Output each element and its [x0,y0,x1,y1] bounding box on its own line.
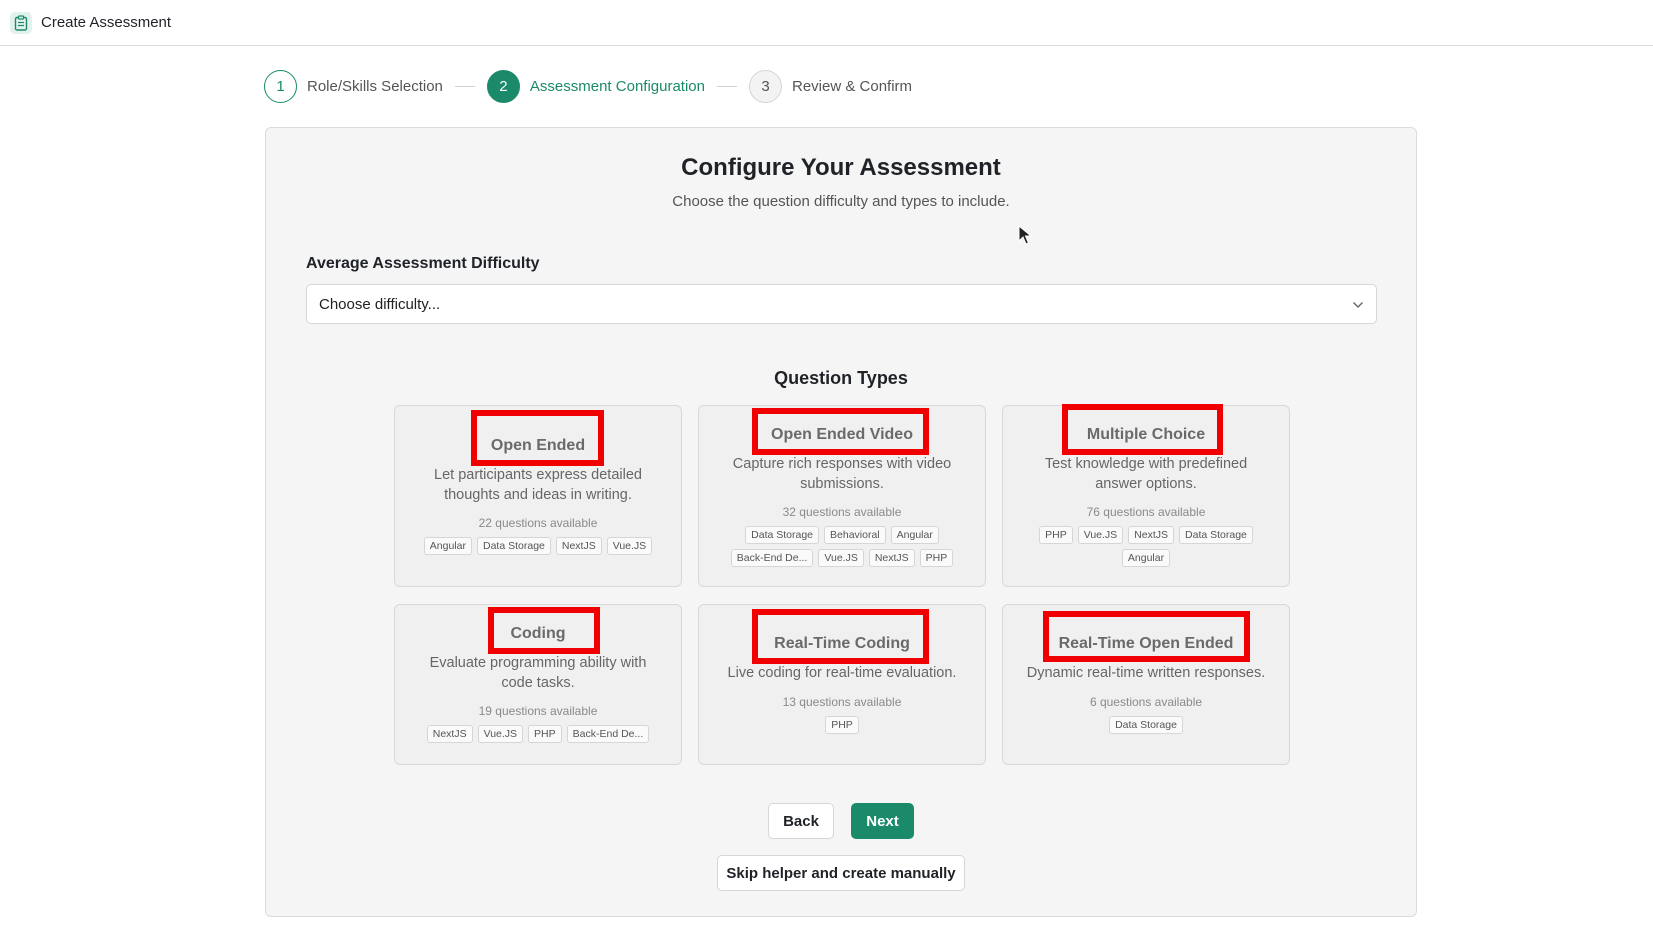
page-subtitle: Choose the question difficulty and types… [672,193,1010,210]
top-bar: Create Assessment [0,0,1653,46]
question-type-description: Dynamic real-time written responses. [1026,665,1266,681]
step-separator [454,86,475,87]
step-label: Assessment Configuration [529,78,705,95]
tag-list: PHP Vue.JS NextJS Data Storage Angular [1013,526,1279,567]
question-count: 76 questions available [1086,505,1206,519]
skill-tag: Behavioral [824,526,886,544]
step-number: 3 [749,70,782,103]
step-number: 2 [486,70,520,103]
tag-list: PHP [709,716,975,734]
question-count: 13 questions available [782,695,902,709]
question-type-name: Real-Time Coding [774,635,910,652]
skill-tag: NextJS [868,549,915,567]
skill-tag: PHP [528,725,562,743]
configuration-card: Configure Your Assessment Choose the que… [265,127,1417,917]
question-count: 32 questions available [782,505,902,519]
step-role-skills[interactable]: 1 Role/Skills Selection [264,70,443,103]
skill-tag: PHP [919,549,954,567]
step-label: Role/Skills Selection [307,78,443,95]
skill-tag: NextJS [426,725,473,743]
skill-tag: Data Storage [1179,526,1253,544]
step-review[interactable]: 3 Review & Confirm [749,70,912,103]
question-type-description: Test knowledge with predefined answer op… [1044,456,1248,492]
difficulty-select[interactable]: Choose difficulty... [306,284,1377,324]
question-type-name: Multiple Choice [1086,426,1206,443]
clipboard-icon [10,11,32,34]
question-type-open-ended-video[interactable]: Open Ended Video Capture rich responses … [698,405,986,587]
question-type-name: Open Ended [490,437,586,454]
question-count: 6 questions available [1089,695,1203,709]
question-type-real-time-open-ended[interactable]: Real-Time Open Ended Dynamic real-time w… [1002,604,1290,765]
question-type-open-ended[interactable]: Open Ended Let participants express deta… [394,405,682,587]
skill-tag: Vue.JS [477,725,524,743]
skill-tag: PHP [825,716,859,734]
step-separator [717,86,737,87]
skill-tag: NextJS [1128,526,1175,544]
skill-tag: Data Storage [1109,716,1183,734]
question-types-title: Question Types [774,368,908,388]
skill-tag: Data Storage [745,526,820,544]
skill-tag: Back-End De... [566,725,650,743]
skill-tag: Angular [1121,549,1171,567]
skill-tag: Angular [890,526,939,544]
question-type-name: Coding [510,625,566,642]
skill-tag: NextJS [555,537,602,555]
stepper: 1 Role/Skills Selection 2 Assessment Con… [264,70,912,103]
question-type-description: Let participants express detailed though… [434,467,642,503]
tag-list: Data Storage [1013,716,1279,734]
skill-tag: Vue.JS [818,549,864,567]
difficulty-select-value: Choose difficulty... [319,295,441,313]
page-title: Configure Your Assessment [681,154,1001,181]
step-label: Review & Confirm [792,78,913,95]
question-type-multiple-choice[interactable]: Multiple Choice Test knowledge with pred… [1002,404,1290,587]
tag-list: NextJS Vue.JS PHP Back-End De... [405,725,671,743]
skip-helper-button[interactable]: Skip helper and create manually [717,855,965,891]
question-type-description: Evaluate programming ability with code t… [429,655,647,691]
question-type-description: Capture rich responses with video submis… [732,456,952,492]
next-button[interactable]: Next [851,803,914,839]
question-type-coding[interactable]: Coding Evaluate programming ability with… [394,604,682,765]
tag-list: Angular Data Storage NextJS Vue.JS [405,537,671,555]
back-button[interactable]: Back [768,803,834,839]
skill-tag: Back-End De... [730,549,814,567]
skill-tag: Vue.JS [1077,526,1124,544]
question-type-name: Open Ended Video [771,426,913,443]
tag-list: Data Storage Behavioral Angular Back-End… [709,526,975,567]
skill-tag: PHP [1039,526,1073,544]
question-type-description: Live coding for real-time evaluation. [727,665,957,681]
question-type-real-time-coding[interactable]: Real-Time Coding Live coding for real-ti… [698,604,986,765]
skill-tag: Angular [423,537,472,555]
chevron-down-icon [1352,296,1364,313]
step-configuration[interactable]: 2 Assessment Configuration [486,70,705,103]
difficulty-label: Average Assessment Difficulty [306,255,540,272]
question-count: 19 questions available [478,704,598,718]
step-number: 1 [264,70,297,103]
question-type-name: Real-Time Open Ended [1058,635,1234,652]
mouse-pointer-icon [1018,224,1033,250]
question-count: 22 questions available [478,516,598,530]
skill-tag: Data Storage [477,537,551,555]
skill-tag: Vue.JS [606,537,653,555]
app-title: Create Assessment [41,14,172,31]
